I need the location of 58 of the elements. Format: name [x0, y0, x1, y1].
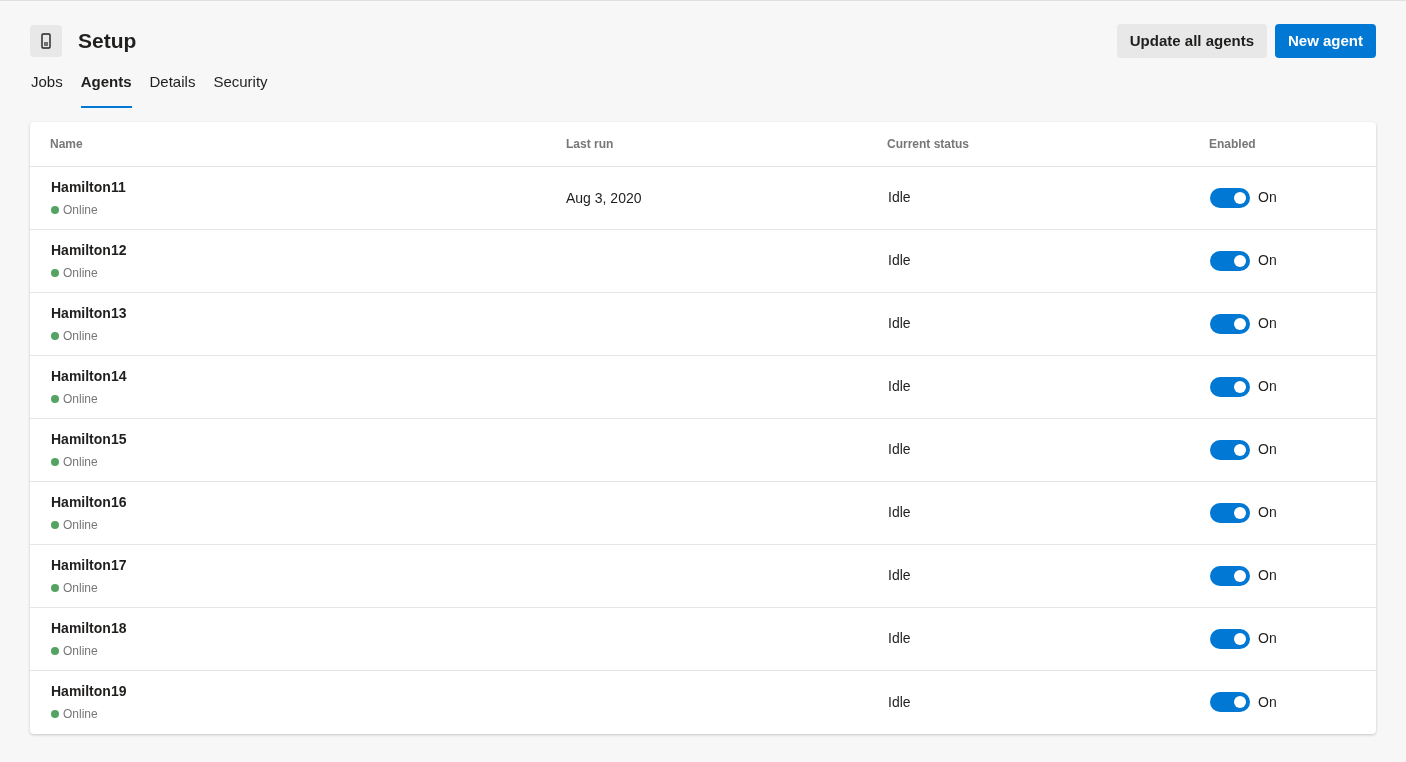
toggle-switch[interactable]	[1210, 565, 1250, 586]
toggle-label: On	[1258, 503, 1277, 522]
toolbar-button[interactable]: Update all agents	[1116, 24, 1267, 58]
status-text: Idle	[887, 314, 912, 333]
presence-text: Online	[63, 516, 98, 534]
agent-name: Hamilton19	[51, 682, 128, 701]
column-header: Enabled	[1209, 135, 1257, 153]
presence-text: Online	[63, 642, 98, 660]
column-header: Name	[50, 135, 84, 153]
status-text: Idle	[887, 377, 912, 396]
tab[interactable]: Agents	[80, 65, 132, 108]
toggle-switch[interactable]	[1210, 313, 1250, 334]
toggle-switch[interactable]	[1210, 187, 1250, 208]
agent-name: Hamilton12	[51, 240, 128, 260]
toggle-switch[interactable]	[1210, 628, 1250, 649]
toggle-label: On	[1258, 377, 1277, 396]
toggle-label: On	[1258, 629, 1277, 648]
column-header: Current status	[887, 135, 970, 153]
toggle-label: On	[1258, 251, 1277, 270]
toggle-label: On	[1258, 314, 1277, 333]
agent-name: Hamilton15	[51, 429, 128, 449]
agent-name: Hamilton11	[51, 177, 127, 197]
toggle-switch[interactable]	[1210, 250, 1250, 271]
presence-text: Online	[63, 706, 98, 723]
presence-text: Online	[63, 453, 98, 471]
presence-text: Online	[63, 390, 98, 408]
status-text: Idle	[887, 251, 912, 270]
toggle-switch[interactable]	[1210, 692, 1250, 712]
toggle-label: On	[1258, 692, 1277, 712]
agent-name: Hamilton16	[51, 492, 128, 512]
status-text: Idle	[887, 629, 912, 648]
status-text: Idle	[887, 566, 912, 585]
last-run-text: Aug 3, 2020	[566, 189, 642, 206]
toggle-label: On	[1258, 440, 1277, 459]
page-title: Setup	[78, 28, 137, 55]
presence-text: Online	[63, 264, 98, 282]
agent-name: Hamilton13	[51, 303, 128, 323]
status-text: Idle	[887, 692, 912, 712]
status-text: Idle	[887, 188, 912, 207]
agent-name: Hamilton18	[51, 618, 128, 638]
toggle-label: On	[1258, 188, 1277, 207]
phone-icon	[41, 33, 51, 49]
toggle-switch[interactable]	[1210, 376, 1250, 397]
tab[interactable]: Security	[213, 65, 268, 108]
presence-text: Online	[63, 579, 98, 597]
presence-text: Online	[63, 201, 98, 219]
agent-name: Hamilton17	[51, 555, 128, 575]
status-text: Idle	[887, 440, 912, 459]
toggle-label: On	[1258, 566, 1277, 585]
tab[interactable]: Jobs	[31, 65, 63, 108]
toggle-switch[interactable]	[1210, 502, 1250, 523]
column-header: Last run	[566, 135, 615, 153]
status-text: Idle	[887, 503, 912, 522]
toolbar-button[interactable]: New agent	[1275, 24, 1376, 58]
toggle-switch[interactable]	[1210, 439, 1250, 460]
agent-name: Hamilton14	[51, 366, 128, 386]
tab[interactable]: Details	[149, 65, 196, 108]
presence-text: Online	[63, 327, 98, 345]
